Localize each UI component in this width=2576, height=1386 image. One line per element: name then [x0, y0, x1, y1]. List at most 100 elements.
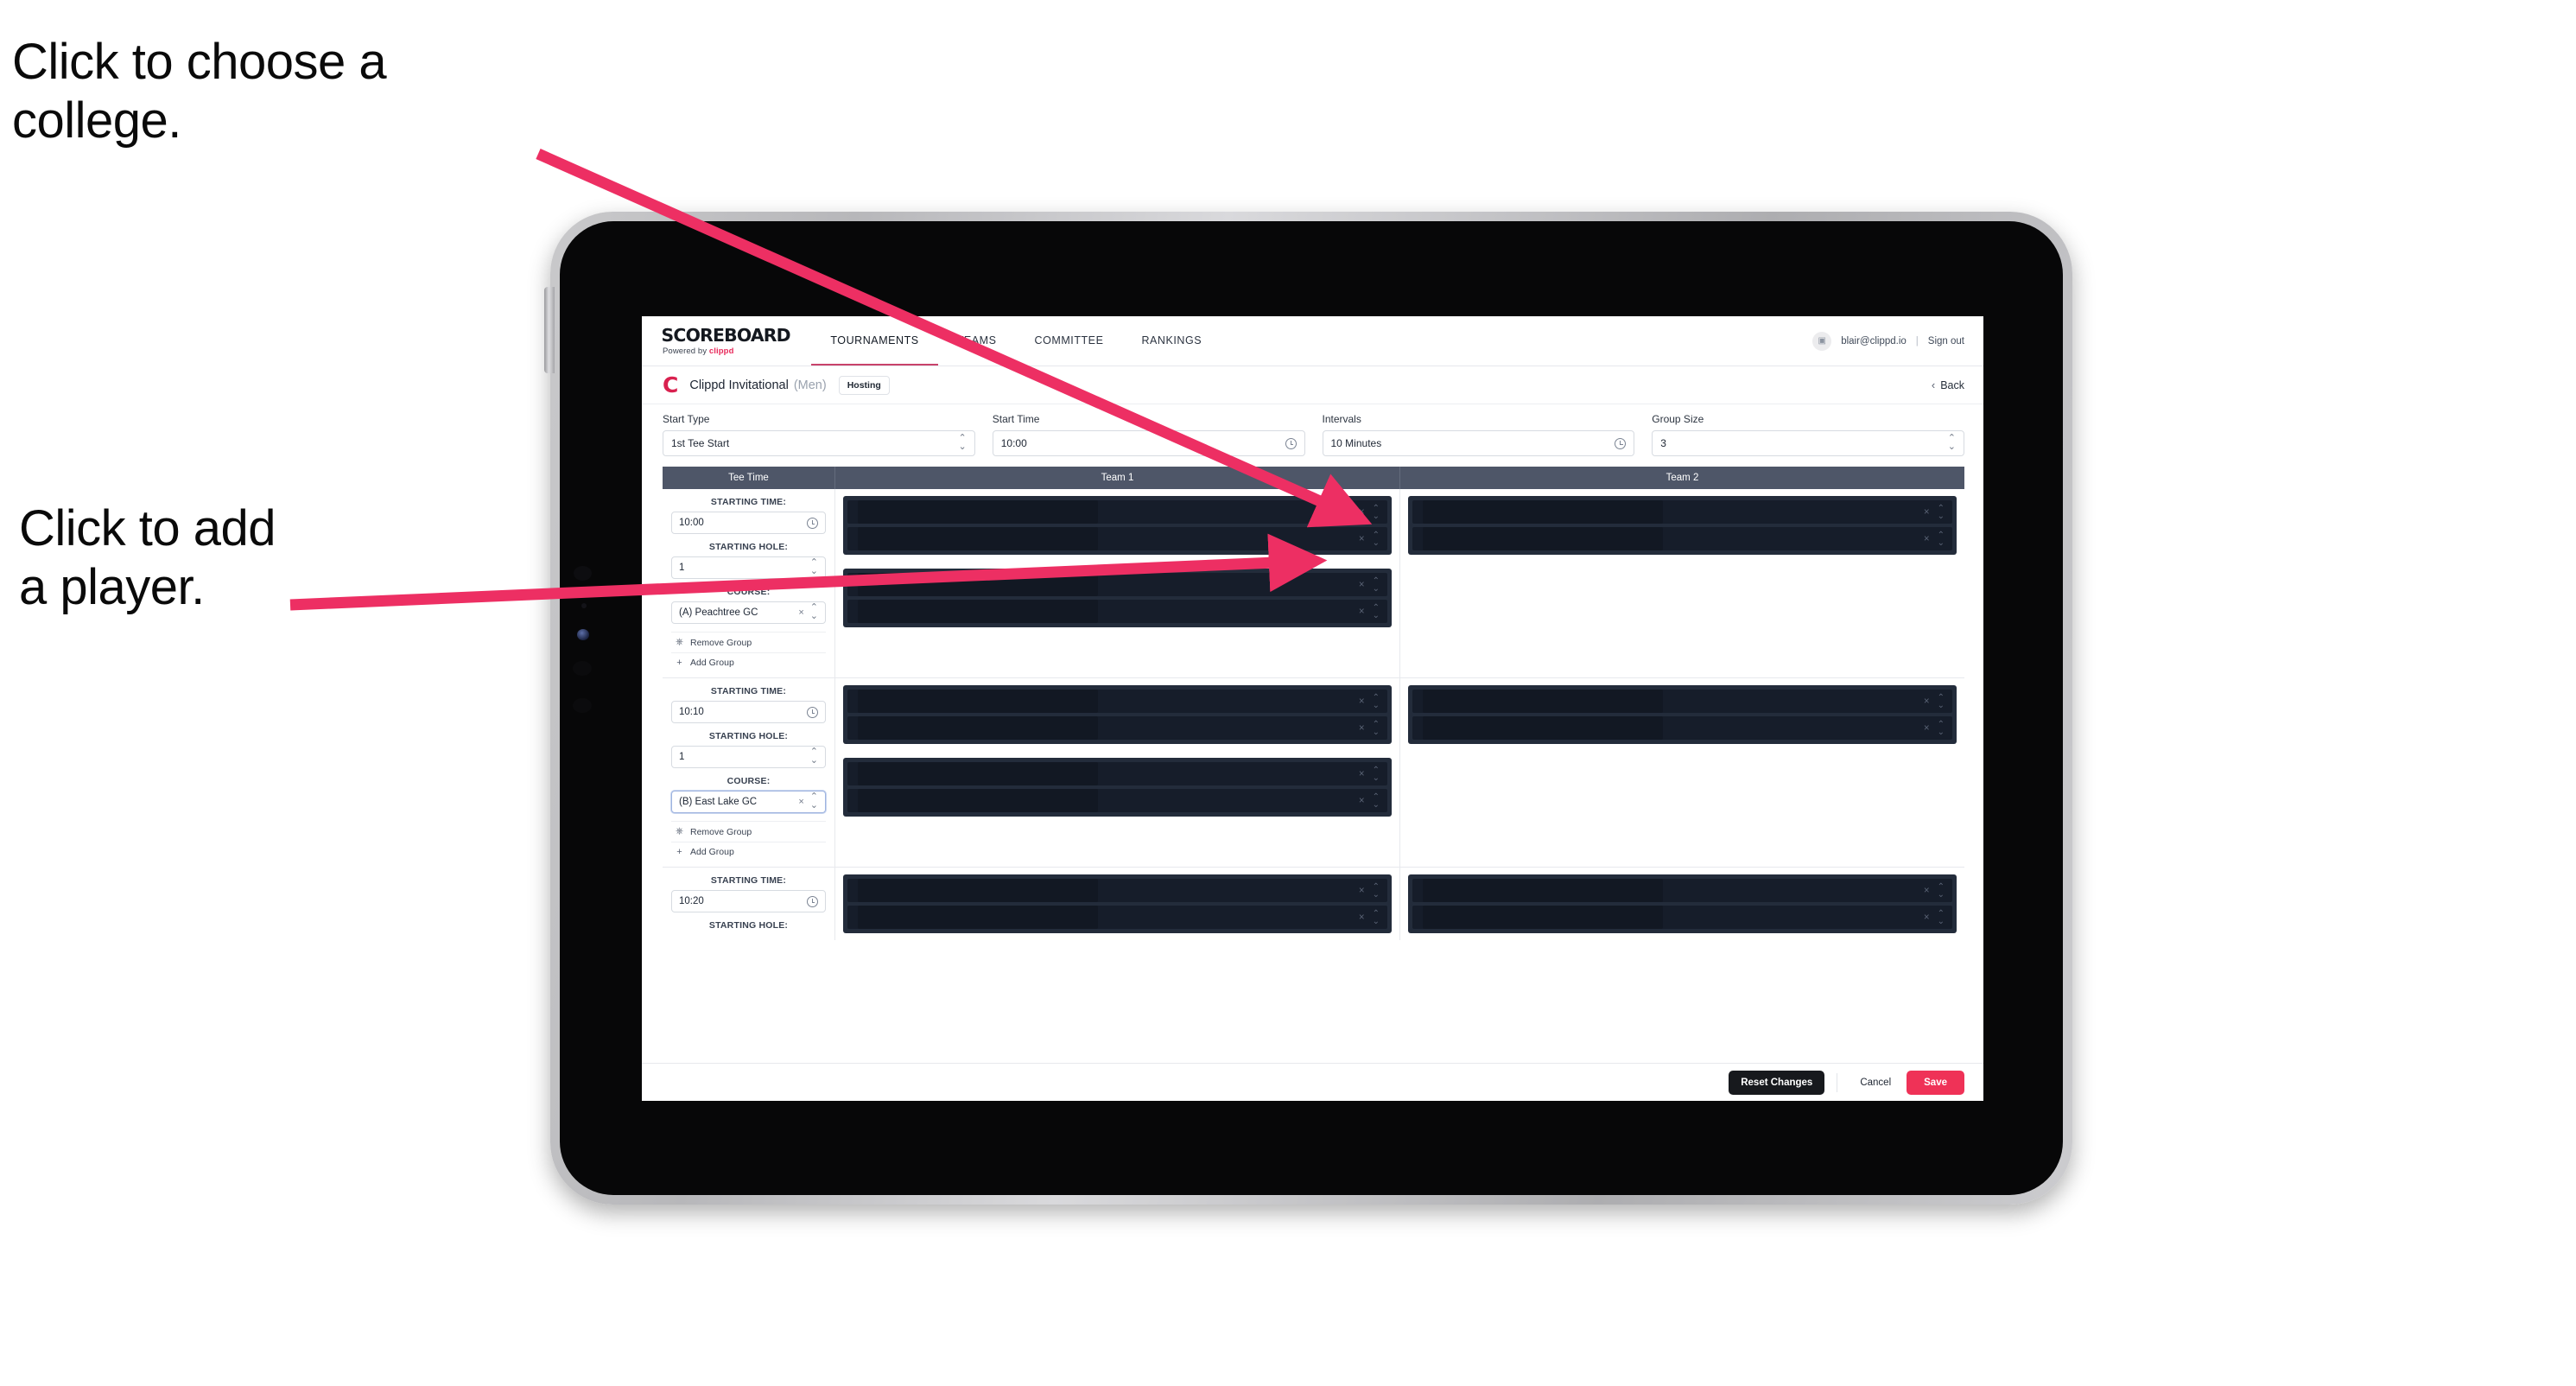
chevron-updown-icon[interactable]: ⌃ ⌄	[1373, 504, 1380, 520]
player-slot[interactable]: × ⌃ ⌄	[1412, 690, 1952, 713]
player-group-block: × ⌃ ⌄ × ⌃ ⌄	[843, 874, 1392, 933]
start-time-input[interactable]: 10:00	[992, 430, 1305, 456]
chevron-updown-icon[interactable]: ⌃ ⌄	[1373, 693, 1380, 709]
chevron-updown-icon[interactable]: ⌃ ⌄	[810, 747, 818, 766]
chevron-updown-icon[interactable]: ⌃ ⌄	[1938, 909, 1945, 925]
intervals-value: 10 Minutes	[1330, 437, 1382, 449]
back-button[interactable]: ‹ Back	[1932, 378, 1964, 391]
chevron-updown-icon[interactable]: ⌃ ⌄	[1373, 766, 1380, 782]
player-slot[interactable]: × ⌃ ⌄	[847, 500, 1387, 524]
save-button[interactable]: Save	[1907, 1070, 1964, 1095]
player-slot[interactable]: × ⌃ ⌄	[847, 789, 1387, 812]
clear-player-icon[interactable]: ×	[1359, 723, 1365, 734]
player-group-block: × ⌃ ⌄ × ⌃ ⌄	[843, 496, 1392, 555]
tablet-volume-button[interactable]	[544, 287, 555, 373]
clear-player-icon[interactable]: ×	[1359, 696, 1365, 707]
chevron-updown-icon[interactable]: ⌃ ⌄	[1938, 504, 1945, 520]
starting-time-input[interactable]: 10:10	[671, 701, 826, 723]
tablet-speaker-icon	[574, 566, 592, 581]
chevron-updown-icon[interactable]: ⌃ ⌄	[810, 792, 818, 811]
chevron-updown-icon[interactable]: ⌃ ⌄	[1373, 531, 1380, 547]
chevron-updown-icon[interactable]: ⌃ ⌄	[1938, 882, 1945, 899]
nav-tab-rankings[interactable]: RANKINGS	[1122, 316, 1221, 366]
chevron-updown-icon[interactable]: ⌃ ⌄	[1373, 909, 1380, 925]
starting-time-input[interactable]: 10:00	[671, 512, 826, 534]
reset-changes-button[interactable]: Reset Changes	[1729, 1070, 1825, 1095]
player-slot[interactable]: × ⌃ ⌄	[1412, 500, 1952, 524]
chevron-updown-icon[interactable]: ⌃ ⌄	[1373, 792, 1380, 809]
player-slot[interactable]: × ⌃ ⌄	[847, 690, 1387, 713]
course-value: (A) Peachtree GC	[679, 607, 758, 618]
chevron-updown-icon[interactable]: ⌃ ⌄	[810, 603, 818, 621]
player-slot[interactable]: × ⌃ ⌄	[1412, 879, 1952, 902]
chevron-updown-icon[interactable]: ⌃ ⌄	[1938, 531, 1945, 547]
clear-player-icon[interactable]: ×	[1359, 796, 1365, 806]
sign-out-link[interactable]: Sign out	[1928, 336, 1964, 346]
starting-hole-input[interactable]: 1 ⌃ ⌄	[671, 556, 826, 579]
group-size-select[interactable]: 3 ⌃ ⌄	[1652, 430, 1964, 456]
clear-player-icon[interactable]: ×	[1359, 580, 1365, 590]
clear-player-icon[interactable]: ×	[1359, 912, 1365, 923]
chevron-updown-icon: ⌃ ⌄	[958, 433, 967, 452]
annotation-choose-college: Click to choose a college.	[12, 34, 387, 149]
player-slot[interactable]: × ⌃ ⌄	[847, 527, 1387, 550]
chevron-updown-icon[interactable]: ⌃ ⌄	[1938, 693, 1945, 709]
clear-player-icon[interactable]: ×	[1924, 534, 1930, 544]
starting-hole-input[interactable]: 1 ⌃ ⌄	[671, 746, 826, 768]
starting-hole-value: 1	[679, 752, 685, 762]
player-slot[interactable]: × ⌃ ⌄	[847, 762, 1387, 785]
chevron-updown-icon[interactable]: ⌃ ⌄	[1373, 720, 1380, 736]
chevron-updown-icon[interactable]: ⌃ ⌄	[1938, 720, 1945, 736]
player-slot[interactable]: × ⌃ ⌄	[847, 573, 1387, 596]
clippd-brand-text: clippd	[708, 346, 734, 356]
player-slot[interactable]: × ⌃ ⌄	[847, 600, 1387, 623]
clear-player-icon[interactable]: ×	[1924, 886, 1930, 896]
clear-player-icon[interactable]: ×	[1359, 607, 1365, 617]
clear-player-icon[interactable]: ×	[1359, 886, 1365, 896]
intervals-input[interactable]: 10 Minutes	[1322, 430, 1635, 456]
player-slot[interactable]: × ⌃ ⌄	[1412, 906, 1952, 929]
player-slot[interactable]: × ⌃ ⌄	[1412, 527, 1952, 550]
player-name-redacted	[858, 762, 1098, 785]
starting-time-label: STARTING TIME:	[710, 875, 787, 886]
player-name-redacted	[858, 690, 1098, 713]
clear-course-icon[interactable]: ×	[798, 607, 803, 618]
clear-player-icon[interactable]: ×	[1924, 723, 1930, 734]
clear-player-icon[interactable]: ×	[1359, 534, 1365, 544]
clear-player-icon[interactable]: ×	[1924, 696, 1930, 707]
player-slot[interactable]: × ⌃ ⌄	[1412, 716, 1952, 740]
clear-player-icon[interactable]: ×	[1359, 769, 1365, 779]
remove-group-button[interactable]: ⎈ Remove Group	[671, 632, 826, 652]
player-slot[interactable]: × ⌃ ⌄	[847, 879, 1387, 902]
course-select[interactable]: (A) Peachtree GC × ⌃ ⌄	[671, 601, 826, 624]
team-1-cell: × ⌃ ⌄ × ⌃ ⌄	[835, 868, 1400, 940]
column-header-team-2: Team 2	[1666, 473, 1699, 483]
clear-player-icon[interactable]: ×	[1924, 912, 1930, 923]
chevron-updown-icon[interactable]: ⌃ ⌄	[810, 558, 818, 576]
powered-by-text: Powered by	[663, 346, 707, 356]
chevron-updown-icon[interactable]: ⌃ ⌄	[1373, 603, 1380, 620]
player-name-redacted	[1423, 906, 1663, 929]
remove-group-button[interactable]: ⎈ Remove Group	[671, 821, 826, 842]
add-group-button[interactable]: + Add Group	[671, 652, 826, 672]
chevron-updown-icon[interactable]: ⌃ ⌄	[1373, 576, 1380, 593]
course-select[interactable]: (B) East Lake GC × ⌃ ⌄	[671, 791, 826, 813]
nav-tab-teams[interactable]: TEAMS	[938, 316, 1016, 366]
clear-player-icon[interactable]: ×	[1924, 507, 1930, 518]
user-icon[interactable]: ▣	[1812, 331, 1832, 351]
player-slot[interactable]: × ⌃ ⌄	[847, 716, 1387, 740]
start-time-label: Start Time	[992, 413, 1040, 425]
nav-tab-tournaments[interactable]: TOURNAMENTS	[811, 316, 938, 366]
team-2-cell: × ⌃ ⌄ × ⌃ ⌄	[1400, 678, 1964, 867]
clear-player-icon[interactable]: ×	[1359, 507, 1365, 518]
clear-course-icon[interactable]: ×	[798, 797, 803, 807]
starting-time-input[interactable]: 10:20	[671, 890, 826, 912]
cancel-button[interactable]: Cancel	[1850, 1071, 1901, 1095]
add-group-button[interactable]: + Add Group	[671, 842, 826, 861]
remove-group-label: Remove Group	[690, 637, 752, 648]
player-slot[interactable]: × ⌃ ⌄	[847, 906, 1387, 929]
chevron-updown-icon[interactable]: ⌃ ⌄	[1373, 882, 1380, 899]
scoreboard-logo[interactable]: SCOREBOARD Powered by clippd	[662, 316, 811, 366]
nav-tab-committee[interactable]: COMMITTEE	[1016, 316, 1123, 366]
start-type-select[interactable]: 1st Tee Start ⌃ ⌄	[663, 430, 975, 456]
